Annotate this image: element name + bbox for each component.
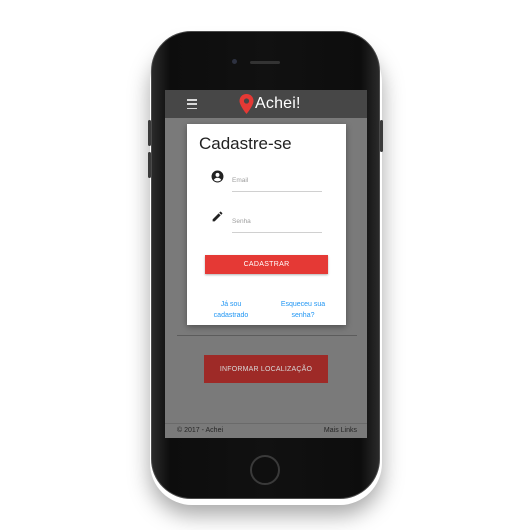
modal-title: Cadastre-se	[199, 134, 292, 153]
hamburger-menu-icon[interactable]	[187, 99, 197, 109]
power-button	[380, 120, 383, 152]
footer-copyright: © 2017 - Achei	[177, 427, 224, 434]
already-registered-line-2: cadastrado	[213, 312, 249, 319]
footer: © 2017 - Achei Mais Links	[165, 423, 367, 438]
forgot-password-link[interactable]: Esqueceu sua senha?	[275, 299, 331, 321]
password-field-underline	[232, 232, 322, 233]
already-registered-line-1: Já sou	[220, 301, 242, 308]
front-camera	[232, 59, 237, 64]
phone-screen: Achei! Cadastre-se Email Senha CADASTRAR…	[165, 90, 367, 438]
email-field-underline	[232, 191, 322, 192]
divider	[177, 335, 357, 336]
email-field[interactable]: Email	[232, 177, 248, 184]
forgot-password-line-1: Esqueceu sua	[280, 301, 326, 308]
app-name: Achei!	[255, 95, 301, 112]
more-links-link[interactable]: Mais Links	[324, 427, 357, 434]
volume-button	[148, 120, 151, 146]
signup-modal: Cadastre-se Email Senha CADASTRAR Já sou…	[187, 124, 346, 325]
app-bar: Achei!	[165, 90, 367, 118]
already-registered-link[interactable]: Já sou cadastrado	[207, 299, 255, 321]
app-logo[interactable]: Achei!	[239, 93, 301, 115]
volume-button	[148, 152, 151, 178]
earpiece-speaker	[250, 61, 280, 64]
pencil-icon	[212, 211, 223, 222]
home-button[interactable]	[250, 455, 280, 485]
report-location-button[interactable]: INFORMAR LOCALIZAÇÃO	[204, 355, 328, 383]
account-circle-icon	[211, 170, 224, 183]
signup-button[interactable]: CADASTRAR	[205, 255, 328, 274]
password-field[interactable]: Senha	[232, 218, 251, 225]
forgot-password-line-2: senha?	[291, 312, 315, 319]
location-pin-icon	[239, 94, 254, 114]
